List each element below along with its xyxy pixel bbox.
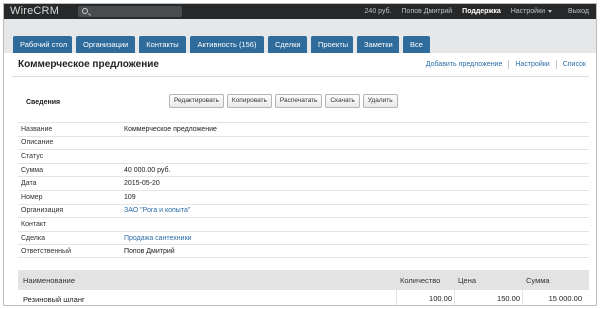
table-header: Наименование Количество Цена Сумма	[18, 270, 589, 290]
action-buttons: Редактировать Копировать Распечатать Ска…	[169, 94, 401, 108]
tab-projects[interactable]: Проекты	[311, 36, 353, 53]
tab-activity[interactable]: Активность (156)	[190, 36, 264, 53]
detail-value: 2015-05-20	[124, 180, 160, 188]
detail-row-number: Номер 109	[18, 189, 589, 204]
detail-label: Организация	[21, 207, 64, 215]
item-qty: 100.00	[396, 290, 454, 305]
detail-row-contact: Контакт	[18, 217, 589, 231]
detail-row-description: Описание	[18, 135, 589, 150]
column-header-price: Цена	[458, 275, 477, 285]
item-sum: 15 000.00	[522, 290, 586, 305]
item-name: Резиновый шланг	[23, 294, 85, 304]
user-menu: 240 руб. Попов Дмитрий Поддержка Настрой…	[365, 4, 596, 19]
header-actions: Добавить предложение Настройки Список	[426, 60, 586, 69]
organization-link[interactable]: ЗАО "Рога и копыта"	[124, 207, 190, 214]
detail-label: Сумма	[21, 166, 43, 174]
settings-menu-label: Настройки	[510, 8, 546, 15]
add-proposal-link[interactable]: Добавить предложение	[426, 61, 503, 68]
chevron-down-icon	[548, 9, 553, 13]
detail-row-amount: Сумма 40 000.00 руб.	[18, 162, 589, 177]
search-input[interactable]	[78, 6, 182, 17]
delete-button[interactable]: Удалить	[362, 94, 398, 108]
detail-value: Коммерческое предложение	[124, 125, 217, 133]
detail-label: Сделка	[21, 234, 45, 242]
detail-value: 109	[124, 193, 136, 201]
tab-desktop[interactable]: Рабочий стол	[13, 36, 72, 53]
detail-label: Ответственный	[21, 247, 71, 255]
detail-label: Номер	[21, 193, 43, 201]
account-balance: 240 руб.	[364, 8, 392, 15]
item-price: 150.00	[454, 290, 522, 305]
detail-row-date: Дата 2015-05-20	[18, 176, 589, 190]
tab-deals[interactable]: Сделки	[268, 36, 307, 53]
detail-value: Попов Дмитрий	[124, 247, 175, 255]
support-link[interactable]: Поддержка	[462, 8, 501, 15]
detail-label: Контакт	[21, 220, 47, 228]
column-header-sum: Сумма	[526, 275, 550, 285]
edit-button[interactable]: Редактировать	[169, 94, 224, 108]
tab-contacts[interactable]: Контакты	[139, 36, 186, 53]
items-table: Наименование Количество Цена Сумма Резин…	[18, 270, 589, 305]
detail-label: Статус	[21, 152, 44, 160]
tab-notes[interactable]: Заметки	[357, 36, 399, 53]
top-bar: WireCRM 240 руб. Попов Дмитрий Поддержка…	[4, 4, 596, 19]
detail-label: Название	[21, 125, 53, 133]
settings-menu[interactable]: Настройки	[510, 8, 553, 15]
detail-label: Дата	[21, 180, 37, 188]
tab-all[interactable]: Все	[403, 36, 430, 53]
page-title: Коммерческое предложение	[18, 59, 159, 70]
section-title: Сведения	[26, 99, 61, 106]
deal-link[interactable]: Продажа сантехники	[124, 235, 192, 242]
main-nav: Рабочий стол Организации Контакты Активн…	[4, 19, 596, 53]
copy-button[interactable]: Копировать	[226, 94, 272, 108]
download-button[interactable]: Скачать	[325, 94, 360, 108]
detail-value: 40 000.00 руб.	[124, 166, 171, 174]
divider	[555, 60, 557, 69]
app-window: WireCRM 240 руб. Попов Дмитрий Поддержка…	[3, 3, 597, 306]
column-header-name: Наименование	[23, 275, 75, 285]
search-icon	[82, 8, 88, 14]
column-header-qty: Количество	[400, 275, 441, 285]
detail-row-owner: Ответственный Попов Дмитрий	[18, 244, 589, 258]
page-header: Коммерческое предложение Добавить предло…	[12, 53, 589, 77]
tab-organizations[interactable]: Организации	[76, 36, 135, 53]
detail-row-name: Название Коммерческое предложение	[18, 122, 589, 136]
details-list: Название Коммерческое предложение Описан…	[18, 122, 589, 258]
divider	[508, 60, 510, 69]
detail-row-organization: Организация ЗАО "Рога и копыта"	[18, 203, 589, 218]
detail-row-deal: Сделка Продажа сантехники	[18, 230, 589, 245]
detail-label: Описание	[21, 139, 54, 147]
settings-link[interactable]: Настройки	[515, 61, 549, 68]
table-row: Резиновый шланг 100.00 150.00 15 000.00	[18, 290, 589, 305]
app-logo[interactable]: WireCRM	[10, 4, 59, 19]
print-button[interactable]: Распечатать	[274, 94, 323, 108]
detail-row-status: Статус	[18, 149, 589, 163]
current-user-link[interactable]: Попов Дмитрий	[402, 8, 453, 15]
logout-link[interactable]: Выход	[568, 8, 589, 15]
list-link[interactable]: Список	[563, 61, 586, 68]
